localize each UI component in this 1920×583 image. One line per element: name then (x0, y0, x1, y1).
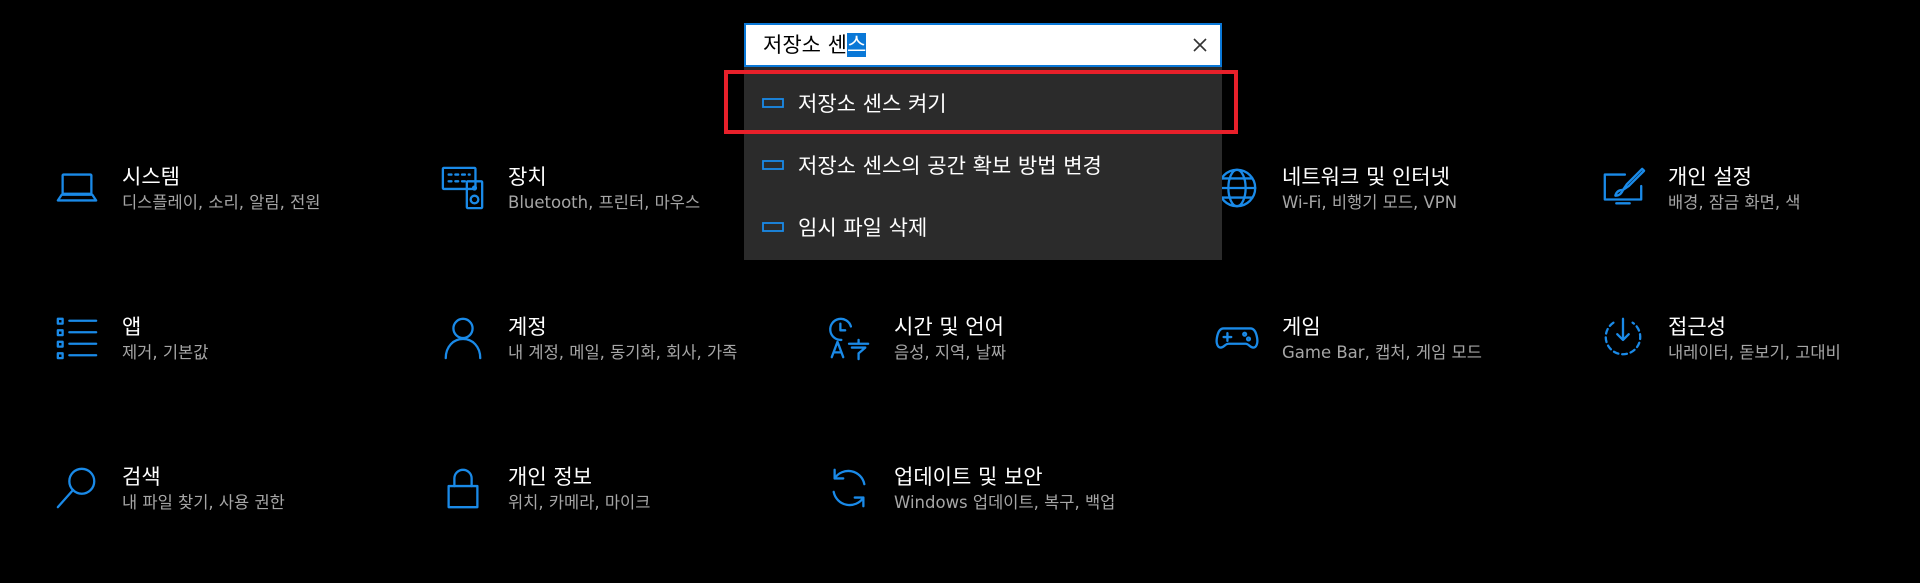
category-ease-of-access[interactable]: 접근성 내레이터, 돋보기, 고대비 (1598, 313, 1918, 364)
category-title: 개인 설정 (1668, 165, 1752, 189)
sync-icon (824, 463, 874, 513)
category-description: 배경, 잠금 화면, 색 (1668, 193, 1801, 212)
category-description: 위치, 카메라, 마이크 (508, 493, 651, 512)
category-title: 앱 (122, 315, 142, 339)
category-search[interactable]: 검색 내 파일 찾기, 사용 권한 (52, 463, 372, 514)
category-title: 업데이트 및 보안 (894, 465, 1043, 489)
gamepad-icon (1212, 313, 1262, 363)
category-description: 음성, 지역, 날짜 (894, 343, 1007, 362)
search-text-selection: 스 (846, 33, 867, 57)
suggestion-item[interactable]: 임시 파일 삭제 (744, 196, 1222, 258)
apps-list-icon (52, 313, 102, 363)
category-gaming[interactable]: 게임 Game Bar, 캡처, 게임 모드 (1212, 313, 1532, 364)
category-description: 제거, 기본값 (122, 343, 209, 362)
category-description: 디스플레이, 소리, 알림, 전원 (122, 193, 321, 212)
category-accounts[interactable]: 계정 내 계정, 메일, 동기화, 회사, 가족 (438, 313, 758, 364)
suggestion-label: 임시 파일 삭제 (798, 216, 928, 240)
time-language-icon (824, 313, 874, 363)
category-title: 게임 (1282, 315, 1321, 339)
keyboard-speaker-icon (438, 163, 488, 213)
category-title: 시간 및 언어 (894, 315, 1004, 339)
category-title: 검색 (122, 465, 161, 489)
storage-drive-icon (762, 97, 784, 109)
search-text-prefix: 저장소 센 (763, 33, 847, 57)
category-description: 내레이터, 돋보기, 고대비 (1668, 343, 1841, 362)
category-system[interactable]: 시스템 디스플레이, 소리, 알림, 전원 (52, 163, 372, 214)
category-update-security[interactable]: 업데이트 및 보안 Windows 업데이트, 복구, 백업 (824, 463, 1144, 514)
ease-of-access-icon (1598, 313, 1648, 363)
search-input-value[interactable]: 저장소 센스 (763, 30, 1180, 60)
category-title: 개인 정보 (508, 465, 592, 489)
category-description: Wi-Fi, 비행기 모드, VPN (1282, 193, 1458, 212)
paint-icon (1598, 163, 1648, 213)
category-title: 계정 (508, 315, 547, 339)
clear-search-button[interactable] (1180, 25, 1220, 65)
category-title: 접근성 (1668, 315, 1726, 339)
storage-drive-icon (762, 221, 784, 233)
category-title: 네트워크 및 인터넷 (1282, 165, 1450, 189)
category-apps[interactable]: 앱 제거, 기본값 (52, 313, 372, 364)
category-description: Game Bar, 캡처, 게임 모드 (1282, 343, 1482, 362)
category-personalization[interactable]: 개인 설정 배경, 잠금 화면, 색 (1598, 163, 1918, 214)
search-suggestions: 저장소 센스 켜기 저장소 센스의 공간 확보 방법 변경 임시 파일 삭제 (744, 67, 1222, 260)
suggestion-item[interactable]: 저장소 센스의 공간 확보 방법 변경 (744, 134, 1222, 196)
category-description: 내 계정, 메일, 동기화, 회사, 가족 (508, 343, 738, 362)
close-icon (1193, 38, 1207, 52)
suggestion-label: 저장소 센스 켜기 (798, 92, 947, 116)
laptop-icon (52, 163, 102, 213)
storage-drive-icon (762, 159, 784, 171)
category-title: 시스템 (122, 165, 180, 189)
person-icon (438, 313, 488, 363)
category-privacy[interactable]: 개인 정보 위치, 카메라, 마이크 (438, 463, 758, 514)
category-time-language[interactable]: 시간 및 언어 음성, 지역, 날짜 (824, 313, 1144, 364)
suggestion-label: 저장소 센스의 공간 확보 방법 변경 (798, 154, 1102, 178)
lock-icon (438, 463, 488, 513)
suggestion-item[interactable]: 저장소 센스 켜기 (744, 72, 1222, 134)
search-icon (52, 463, 102, 513)
category-network[interactable]: 네트워크 및 인터넷 Wi-Fi, 비행기 모드, VPN (1212, 163, 1532, 214)
category-devices[interactable]: 장치 Bluetooth, 프린터, 마우스 (438, 163, 758, 214)
category-title: 장치 (508, 165, 547, 189)
category-description: 내 파일 찾기, 사용 권한 (122, 493, 285, 512)
search-input[interactable]: 저장소 센스 (744, 23, 1222, 67)
category-description: Windows 업데이트, 복구, 백업 (894, 493, 1116, 512)
category-description: Bluetooth, 프린터, 마우스 (508, 193, 701, 212)
